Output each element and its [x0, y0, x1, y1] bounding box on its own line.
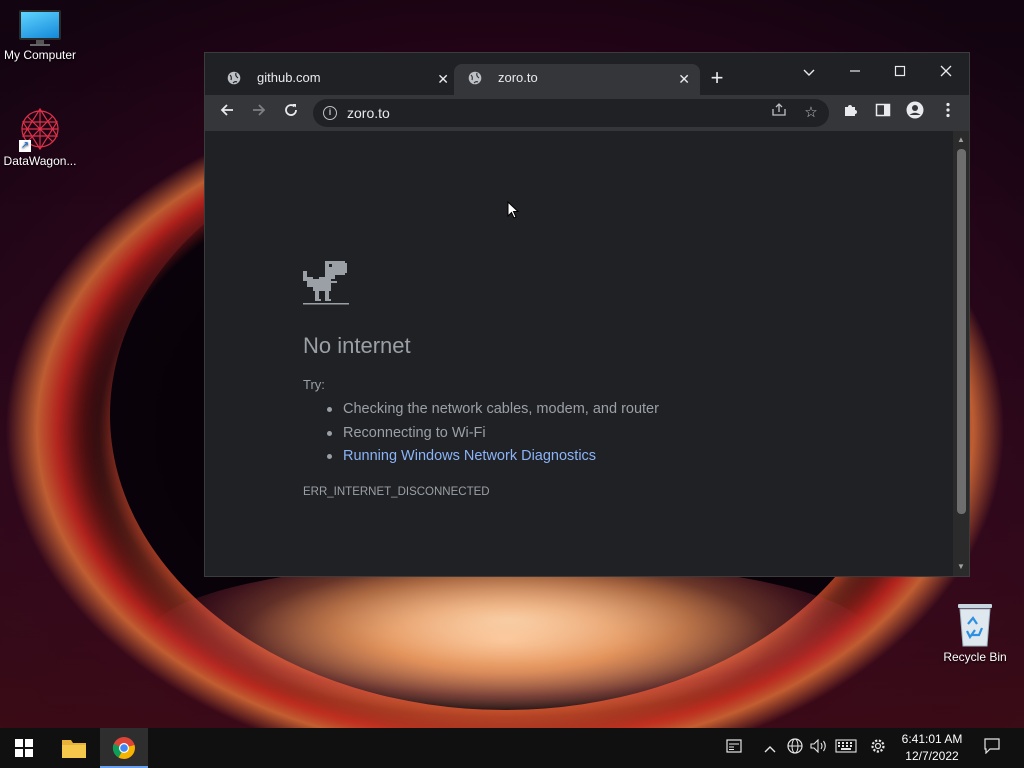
maximize-button[interactable]: [886, 58, 914, 86]
address-bar[interactable]: i zoro.to ☆: [313, 99, 829, 127]
error-code: ERR_INTERNET_DISCONNECTED: [303, 486, 490, 498]
forward-button[interactable]: [247, 101, 271, 125]
show-hidden-icons-chevron-up-icon[interactable]: [762, 738, 778, 758]
desktop-icon-label: My Computer: [3, 48, 77, 62]
extensions-button[interactable]: [839, 101, 863, 125]
tab-title: github.com: [257, 70, 321, 85]
system-clock[interactable]: 6:41:01 AM 12/7/2022: [896, 731, 968, 765]
arrow-left-icon: [220, 104, 233, 116]
desktop-icon-label: Recycle Bin: [943, 650, 1007, 664]
start-button[interactable]: [0, 728, 48, 768]
side-panel-button[interactable]: [871, 101, 895, 125]
close-icon: [940, 65, 952, 77]
shortcut-arrow-icon: ↗: [19, 140, 31, 152]
suggestion-list: Checking the network cables, modem, and …: [325, 399, 659, 470]
profile-icon: [906, 101, 924, 119]
taskbar-file-explorer[interactable]: [50, 728, 98, 768]
computer-icon: [18, 10, 62, 46]
tab-github[interactable]: github.com ✕: [213, 64, 459, 95]
desktop-icon-recycle-bin[interactable]: Recycle Bin: [935, 602, 1015, 664]
settings-gear-icon[interactable]: [868, 738, 888, 758]
title-bar[interactable]: github.com ✕ zoro.to ✕ +: [205, 53, 969, 95]
close-tab-icon[interactable]: ✕: [437, 65, 449, 93]
windows-logo-icon: [15, 739, 33, 757]
taskbar: 6:41:01 AM 12/7/2022: [0, 728, 1024, 768]
try-label: Try:: [303, 377, 325, 392]
maximize-icon: [894, 65, 906, 77]
suggestion-item: Reconnecting to Wi-Fi: [325, 423, 659, 447]
minimize-button[interactable]: [841, 58, 869, 86]
share-icon[interactable]: [767, 101, 791, 125]
tab-search-button[interactable]: [795, 58, 823, 86]
suggestion-item: Checking the network cables, modem, and …: [325, 399, 659, 423]
desktop-icon-my-computer[interactable]: My Computer: [0, 10, 80, 62]
dino-icon: [303, 261, 349, 305]
keyboard-icon[interactable]: [834, 738, 858, 758]
mouse-cursor-icon: [507, 201, 519, 219]
desktop-icon-label: DataWagon...: [3, 154, 77, 168]
reload-icon: [285, 104, 297, 116]
chrome-window: github.com ✕ zoro.to ✕ + i zoro.to ☆ No …: [204, 52, 970, 577]
notifications-icon[interactable]: [982, 738, 1002, 758]
close-window-button[interactable]: [932, 58, 960, 86]
network-diagnostics-link[interactable]: Running Windows Network Diagnostics: [325, 446, 659, 470]
folder-icon: [62, 740, 86, 758]
profile-button[interactable]: [903, 101, 927, 125]
bookmark-star-icon[interactable]: ☆: [799, 101, 823, 125]
new-tab-button[interactable]: +: [705, 66, 729, 90]
arrow-right-icon: [253, 104, 266, 116]
wallpaper-glow: [150, 560, 870, 710]
vertical-scrollbar[interactable]: ▲ ▼: [953, 131, 969, 576]
chrome-icon: [112, 737, 135, 759]
page-content: No internet Try: Checking the network ca…: [205, 131, 953, 576]
address-text: zoro.to: [347, 105, 390, 121]
reload-button[interactable]: [279, 101, 303, 125]
close-tab-icon[interactable]: ✕: [678, 65, 690, 93]
tab-title: zoro.to: [498, 70, 538, 85]
back-button[interactable]: [215, 101, 239, 125]
recycle-bin-icon: [955, 602, 995, 648]
info-icon[interactable]: i: [323, 106, 337, 120]
globe-icon: [227, 71, 241, 85]
scroll-up-icon[interactable]: ▲: [953, 133, 969, 147]
scrollbar-thumb[interactable]: [957, 149, 966, 514]
datawagon-icon: ↗: [17, 106, 63, 152]
volume-icon[interactable]: [810, 738, 828, 758]
clock-date: 12/7/2022: [905, 749, 959, 763]
error-title: No internet: [303, 333, 411, 358]
taskbar-chrome[interactable]: [100, 728, 148, 768]
minimize-icon: [850, 70, 860, 72]
tab-zoro[interactable]: zoro.to ✕: [454, 64, 700, 95]
news-widget-icon[interactable]: [724, 738, 744, 758]
scroll-down-icon[interactable]: ▼: [953, 560, 969, 574]
desktop-icon-datawagon[interactable]: ↗ DataWagon...: [0, 106, 80, 168]
clock-time: 6:41:01 AM: [901, 732, 963, 746]
globe-icon: [468, 71, 482, 85]
chevron-down-icon: [803, 69, 815, 76]
more-vert-icon: [946, 102, 950, 118]
side-panel-icon: [875, 103, 891, 117]
network-globe-icon[interactable]: [786, 738, 804, 758]
toolbar: i zoro.to ☆: [205, 95, 969, 131]
puzzle-icon: [845, 105, 857, 116]
menu-button[interactable]: [936, 101, 960, 125]
